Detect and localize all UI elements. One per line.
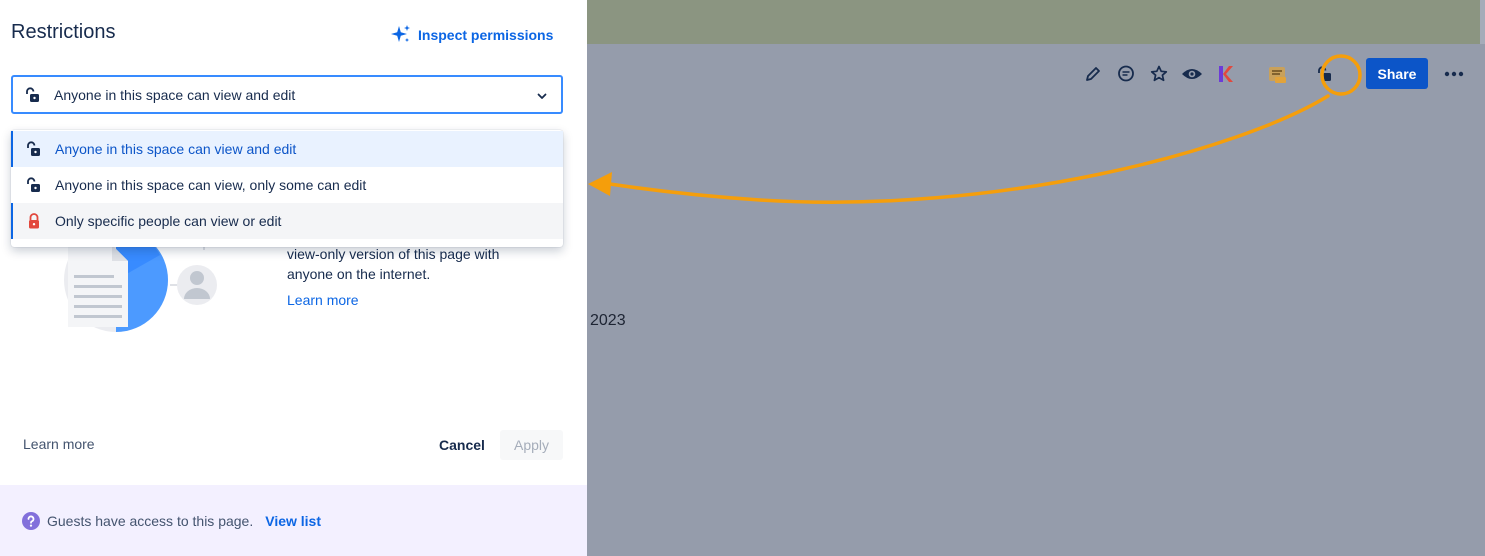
option-view-and-edit[interactable]: Anyone in this space can view and edit (11, 131, 563, 167)
restriction-options-menu: Anyone in this space can view and edit A… (11, 130, 563, 247)
panel-title: Restrictions (11, 21, 116, 43)
unlock-icon (24, 175, 44, 195)
restrictions-unlock-icon[interactable] (1313, 63, 1335, 85)
chevron-down-icon (535, 89, 549, 103)
sparkle-icon (390, 24, 412, 46)
lock-red-icon (24, 211, 44, 231)
unlock-icon (23, 85, 43, 105)
comment-icon[interactable] (1115, 63, 1137, 85)
share-button[interactable]: Share (1366, 58, 1428, 89)
option-specific-people[interactable]: Only specific people can view or edit (11, 203, 563, 239)
public-link-description: view-only version of this page with anyo… (287, 246, 500, 282)
unlock-icon (24, 139, 44, 159)
view-list-link[interactable]: View list (265, 513, 321, 529)
footer-learn-more-link[interactable]: Learn more (23, 436, 95, 452)
restrictions-panel: Restrictions Inspect permissions Anyone … (0, 0, 587, 556)
public-link-learn-more[interactable]: Learn more (287, 292, 359, 308)
cancel-button[interactable]: Cancel (430, 430, 494, 460)
option-view-some-edit[interactable]: Anyone in this space can view, only some… (11, 167, 563, 203)
background-year-text: 2023 (590, 312, 626, 329)
restriction-select[interactable]: Anyone in this space can view and edit (11, 75, 563, 114)
guest-access-banner: Guests have access to this page. View li… (0, 485, 587, 556)
watch-eye-icon[interactable] (1181, 63, 1203, 85)
pencil-icon[interactable] (1082, 63, 1104, 85)
option-label: Anyone in this space can view and edit (55, 141, 297, 157)
apply-button[interactable]: Apply (500, 430, 563, 460)
inspect-permissions-link[interactable]: Inspect permissions (390, 24, 553, 46)
option-label: Only specific people can view or edit (55, 213, 282, 229)
select-value: Anyone in this space can view and edit (54, 86, 296, 103)
option-label: Anyone in this space can view, only some… (55, 177, 367, 193)
question-icon (21, 511, 41, 531)
star-icon[interactable] (1148, 63, 1170, 85)
k-app-icon[interactable] (1214, 63, 1236, 85)
more-actions-icon[interactable] (1441, 62, 1467, 86)
inspect-permissions-label: Inspect permissions (418, 27, 554, 43)
page-toolbar (1082, 58, 1346, 90)
guest-access-text: Guests have access to this page. (47, 512, 254, 529)
new-badge-icon[interactable] (1266, 63, 1288, 85)
